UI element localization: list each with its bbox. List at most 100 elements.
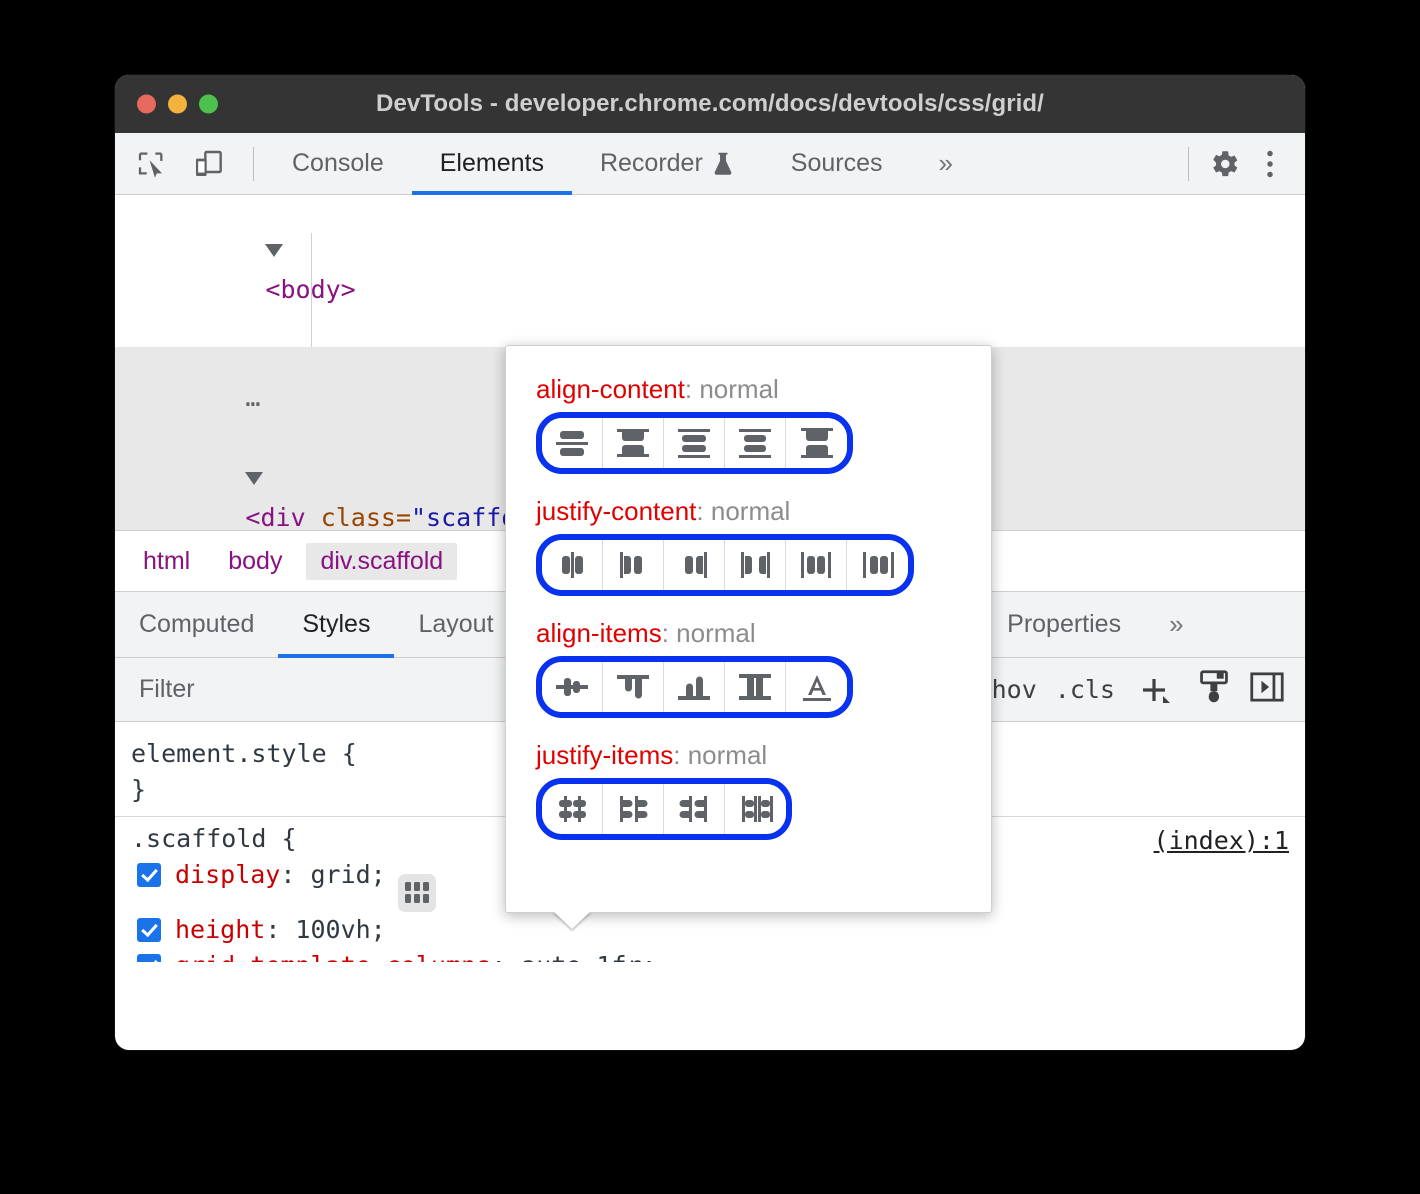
justify-content-start-icon[interactable] xyxy=(603,540,664,590)
minimize-window-button[interactable] xyxy=(168,95,187,114)
align-items-end-icon[interactable] xyxy=(664,662,725,712)
dom-tag-div: <div xyxy=(245,503,320,530)
tab-sources-label: Sources xyxy=(791,149,883,178)
tab-console-label: Console xyxy=(292,149,384,178)
breadcrumb-item-body[interactable]: body xyxy=(214,543,296,580)
declaration-checkbox[interactable] xyxy=(137,954,161,963)
align-items-stretch-icon[interactable] xyxy=(725,662,786,712)
device-toolbar-button[interactable] xyxy=(187,143,229,185)
main-menu-button[interactable] xyxy=(1249,143,1291,185)
justify-content-property: justify-content xyxy=(536,496,696,526)
declaration-value[interactable]: grid; xyxy=(310,860,385,889)
tab-properties-label: Properties xyxy=(1007,610,1121,639)
toggle-sidebar-button[interactable] xyxy=(1249,670,1285,710)
declaration-property[interactable]: height xyxy=(175,915,265,944)
align-content-property: align-content xyxy=(536,374,685,404)
breadcrumb-item-div-scaffold[interactable]: div.scaffold xyxy=(306,543,457,580)
gear-icon xyxy=(1207,147,1241,181)
align-content-colon: : xyxy=(685,374,699,404)
dom-line-body[interactable]: <body> xyxy=(115,195,1305,347)
grid-alignment-popup[interactable]: align-content: normal xyxy=(505,345,992,913)
more-tabs-button[interactable]: » xyxy=(911,133,978,194)
justify-content-icon-row[interactable] xyxy=(536,534,914,596)
styles-more-tabs-button[interactable]: » xyxy=(1145,592,1204,657)
tab-properties[interactable]: Properties xyxy=(983,592,1145,657)
rule-source-link[interactable]: (index):1 xyxy=(1154,823,1289,859)
inspect-element-button[interactable] xyxy=(131,143,173,185)
new-style-rule-button[interactable] xyxy=(1133,670,1179,710)
align-items-baseline-icon[interactable] xyxy=(786,662,847,712)
justify-items-center-icon[interactable] xyxy=(542,784,603,834)
align-content-space-between-icon[interactable] xyxy=(603,418,664,468)
expand-triangle-icon[interactable] xyxy=(265,244,283,257)
device-toolbar-icon xyxy=(192,148,224,180)
tab-recorder[interactable]: Recorder xyxy=(572,133,763,194)
justify-items-label: justify-items: normal xyxy=(536,740,991,771)
window-titlebar: DevTools - developer.chrome.com/docs/dev… xyxy=(115,75,1305,133)
align-items-center-icon[interactable] xyxy=(542,662,603,712)
align-content-end-icon[interactable] xyxy=(725,418,786,468)
justify-content-space-between-icon[interactable] xyxy=(725,540,786,590)
declaration-colon: : xyxy=(280,860,310,889)
align-items-colon: : xyxy=(662,618,676,648)
devtools-toolbar: Console Elements Recorder Sources » xyxy=(115,133,1305,195)
justify-items-stretch-icon[interactable] xyxy=(725,784,786,834)
settings-button[interactable] xyxy=(1203,143,1245,185)
cls-button[interactable]: .cls xyxy=(1055,675,1115,704)
window-controls[interactable] xyxy=(137,95,218,114)
section-justify-content: justify-content: normal xyxy=(536,496,991,596)
close-window-button[interactable] xyxy=(137,95,156,114)
declaration-property[interactable]: display xyxy=(175,860,280,889)
declaration-value[interactable]: 100vh; xyxy=(295,915,385,944)
dom-more-button[interactable]: ⋯ xyxy=(245,389,262,418)
tab-elements[interactable]: Elements xyxy=(412,133,572,194)
justify-items-start-icon[interactable] xyxy=(603,784,664,834)
justify-content-label: justify-content: normal xyxy=(536,496,991,527)
align-items-icon-row[interactable] xyxy=(536,656,853,718)
declaration-checkbox[interactable] xyxy=(137,863,161,887)
grid-badge-icon[interactable] xyxy=(398,874,436,912)
screenshot-root: DevTools - developer.chrome.com/docs/dev… xyxy=(0,0,1420,1194)
align-content-icon-row[interactable] xyxy=(536,412,853,474)
tab-layout[interactable]: Layout xyxy=(394,592,517,657)
declaration-checkbox[interactable] xyxy=(137,918,161,942)
toggle-sidebar-icon xyxy=(1249,670,1285,704)
tab-recorder-label: Recorder xyxy=(600,149,703,178)
align-content-center-icon[interactable] xyxy=(542,418,603,468)
window-title: DevTools - developer.chrome.com/docs/dev… xyxy=(376,90,1044,118)
tab-styles-label: Styles xyxy=(302,610,370,639)
toolbar-divider xyxy=(253,147,254,181)
align-items-start-icon[interactable] xyxy=(603,662,664,712)
more-tabs-label: » xyxy=(939,148,950,179)
justify-items-colon: : xyxy=(673,740,687,770)
justify-content-space-evenly-icon[interactable] xyxy=(847,540,908,590)
justify-content-space-around-icon[interactable] xyxy=(786,540,847,590)
align-content-stretch-icon[interactable] xyxy=(786,418,847,468)
grid-badge-glyph xyxy=(405,882,429,903)
toolbar-right-icons xyxy=(1178,133,1305,194)
element-state-button[interactable] xyxy=(1197,669,1231,711)
breadcrumb-item-html[interactable]: html xyxy=(129,543,204,580)
tab-computed[interactable]: Computed xyxy=(115,592,278,657)
declaration-grid-template-columns[interactable]: grid-template-columns: auto 1fr; xyxy=(131,948,1289,963)
section-justify-items: justify-items: normal xyxy=(536,740,991,840)
justify-content-center-icon[interactable] xyxy=(542,540,603,590)
tab-styles[interactable]: Styles xyxy=(278,592,394,657)
tab-console[interactable]: Console xyxy=(264,133,412,194)
declaration-property[interactable]: grid-template-columns xyxy=(175,951,491,963)
expand-triangle-icon[interactable] xyxy=(245,472,263,485)
justify-items-icon-row[interactable] xyxy=(536,778,792,840)
paintbrush-icon xyxy=(1197,669,1231,705)
justify-content-colon: : xyxy=(696,496,710,526)
declaration-value[interactable]: auto 1fr; xyxy=(521,951,656,963)
zoom-window-button[interactable] xyxy=(199,95,218,114)
flask-icon xyxy=(711,151,735,177)
justify-content-end-icon[interactable] xyxy=(664,540,725,590)
justify-items-end-icon[interactable] xyxy=(664,784,725,834)
devtools-window: DevTools - developer.chrome.com/docs/dev… xyxy=(115,75,1305,1050)
declaration-height[interactable]: height: 100vh; xyxy=(131,912,1289,948)
tab-sources[interactable]: Sources xyxy=(763,133,911,194)
align-content-value: normal xyxy=(699,374,778,404)
align-content-start-icon[interactable] xyxy=(664,418,725,468)
declaration-colon: : xyxy=(265,915,295,944)
